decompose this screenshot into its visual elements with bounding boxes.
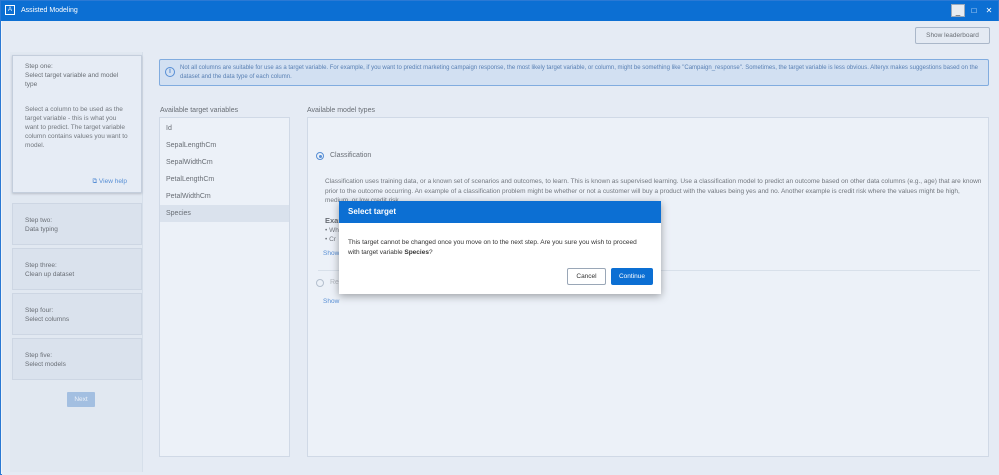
window-title: Assisted Modeling [21,7,78,14]
dialog-message-end: ? [428,249,433,256]
select-target-dialog: Select target This target cannot be chan… [339,201,661,294]
dialog-message-text: This target cannot be changed once you m… [348,239,637,256]
title-bar: A Assisted Modeling _ □ ✕ [1,1,998,21]
app-window: A Assisted Modeling _ □ ✕ Show leaderboa… [0,0,999,475]
maximize-button[interactable]: □ [967,4,981,17]
dialog-message: This target cannot be changed once you m… [348,238,648,258]
close-button[interactable]: ✕ [982,4,996,17]
continue-button[interactable]: Continue [611,268,653,285]
minimize-button[interactable]: _ [951,4,965,17]
dialog-title: Select target [339,201,661,223]
alteryx-icon: A [5,5,15,15]
cancel-button[interactable]: Cancel [567,268,606,285]
dialog-target-name: Species [404,249,429,256]
